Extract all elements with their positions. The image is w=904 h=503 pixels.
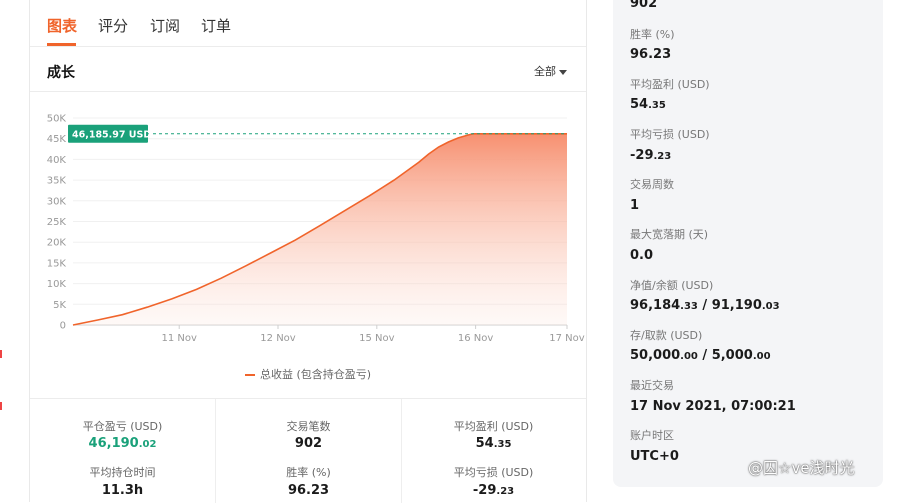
stat-label: 最近交易 [630,379,674,392]
chart-legend[interactable]: 总收益 (包含持仓盈亏) [30,366,586,382]
stat-label: 平均盈利 (USD) [453,420,534,433]
stat-value: -29.23 [472,483,515,498]
stat-label: 平均持仓时间 [89,466,156,479]
stat-label: 存/取款 (USD) [630,329,703,342]
stat-value: 11.3h [101,483,144,498]
stat-value: 17 Nov 2021, 07:00:21 [630,399,796,414]
y-tick-label: 15K [47,258,67,269]
y-tick-label: 25K [47,217,67,228]
watermark-text: @囚☆ve浅时光 [748,459,855,477]
chevron-down-icon [559,69,567,75]
tab-rating[interactable]: 评分 [98,15,128,36]
y-tick-label: 30K [47,196,67,207]
stat-label: 交易笔数 [286,420,331,433]
stat-value: 902 [630,0,658,11]
stat-label: 平均亏损 (USD) [453,466,534,479]
x-tick-label: 11 Nov [161,333,197,344]
main-panel: 图表 评分 订阅 订单 成长 全部 0 5K 10K 15K 20K 25K 30K 35K 4… [29,0,587,503]
stat-label: 净值/余额 (USD) [630,279,714,292]
period-filter-dropdown[interactable]: 全部 [534,63,567,79]
stat-label: 平均亏损 (USD) [630,128,710,141]
y-tick-label: 40K [47,155,67,166]
stat-value: UTC+0 [630,449,679,464]
legend-swatch [244,374,255,376]
stat-value: 96.23 [287,483,330,498]
summary-stats: 平仓盈亏 (USD) 46,190.02 平均持仓时间 11.3h 交易笔数 9… [30,398,586,503]
series-area [73,133,567,325]
stat-trades: 交易笔数 902 胜率 (%) 96.23 [215,399,402,503]
tab-bar: 图表 评分 订阅 订单 [30,0,586,47]
value-tooltip-text: 46,185.97 USD [72,129,151,140]
y-axis: 0 5K 10K 15K 20K 25K 30K 35K 40K 45K 50K [47,114,67,332]
stat-label: 平仓盈亏 (USD) [82,420,163,433]
y-tick-label: 45K [47,134,67,145]
period-filter-label: 全部 [534,65,556,78]
growth-chart: 0 5K 10K 15K 20K 25K 30K 35K 40K 45K 50K 11 Nov 12 … [47,114,585,345]
edge-marker [0,402,2,410]
stat-avg-profit: 平均盈利 (USD) 54.35 平均亏损 (USD) -29.23 [401,399,586,503]
y-tick-label: 5K [53,300,66,311]
y-tick-label: 10K [47,279,67,290]
stat-value: 1 [630,198,640,213]
stat-label: 交易周数 [630,178,674,191]
stat-label: 胜率 (%) [630,28,675,41]
tab-chart[interactable]: 图表 [47,15,77,36]
account-stats-panel: 902 胜率 (%) 96.23 平均盈利 (USD) 54.35 平均亏损 (… [613,0,883,487]
stat-value: 902 [294,436,323,451]
stat-label: 最大宽落期 (天) [630,228,709,241]
x-tick-label: 16 Nov [458,333,494,344]
stat-value: 96,184.33 / 91,190.03 [630,298,780,313]
stat-label: 账户时区 [630,429,674,442]
stat-value: 54.35 [475,436,512,451]
stat-value: 46,190.02 [88,436,157,451]
active-tab-indicator [47,43,76,46]
stat-value: 50,000.00 / 5,000.00 [630,348,771,363]
legend-label: 总收益 (包含持仓盈亏) [259,368,372,381]
stat-value: 96.23 [630,47,672,62]
x-tick-label: 12 Nov [260,333,296,344]
y-tick-label: 0 [60,321,66,332]
x-tick-label: 15 Nov [359,333,395,344]
growth-title: 成长 [47,65,75,81]
stat-value: 0.0 [630,248,654,263]
stat-value: 54.35 [630,97,666,112]
growth-header: 成长 全部 [30,47,586,92]
x-tick-label: 17 Nov [549,333,585,344]
stat-closed-pnl: 平仓盈亏 (USD) 46,190.02 平均持仓时间 11.3h [30,399,215,503]
stat-label: 平均盈利 (USD) [630,78,710,91]
stat-value: -29.23 [630,148,672,163]
edge-marker [0,350,2,358]
tab-subscribe[interactable]: 订阅 [150,15,180,36]
tab-orders[interactable]: 订单 [201,15,231,36]
y-tick-label: 35K [47,176,67,187]
x-axis: 11 Nov 12 Nov 15 Nov 16 Nov 17 Nov [161,325,585,344]
y-tick-label: 20K [47,238,67,249]
stat-label: 胜率 (%) [286,466,331,479]
y-tick-label: 50K [47,114,67,125]
